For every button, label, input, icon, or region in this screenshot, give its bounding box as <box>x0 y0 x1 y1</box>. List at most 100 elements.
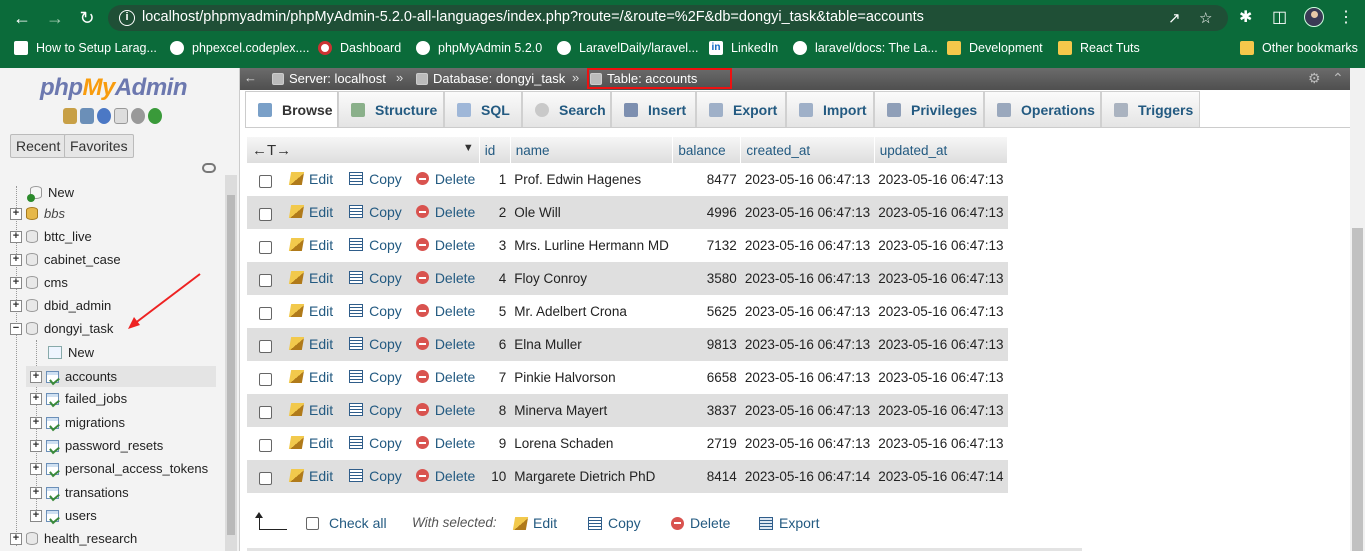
expand-icon[interactable]: + <box>30 462 42 475</box>
cell-balance[interactable]: 2719 <box>672 427 741 460</box>
row-edit-link[interactable]: Edit <box>288 402 333 418</box>
cell-updated_at[interactable]: 2023-05-16 06:47:13 <box>874 361 1008 394</box>
column-header-id[interactable]: id <box>479 137 511 163</box>
tab-insert[interactable]: Insert <box>611 91 696 127</box>
row-checkbox[interactable] <box>259 307 272 321</box>
cell-updated_at[interactable]: 2023-05-16 06:47:14 <box>874 460 1008 493</box>
cell-id[interactable]: 5 <box>479 295 511 328</box>
expand-icon[interactable]: + <box>10 253 22 266</box>
cell-created_at[interactable]: 2023-05-16 06:47:13 <box>740 394 875 427</box>
cell-created_at[interactable]: 2023-05-16 06:47:13 <box>740 163 875 196</box>
row-copy-link[interactable]: Copy <box>349 336 402 352</box>
row-delete-link[interactable]: Delete <box>415 435 475 451</box>
cell-id[interactable]: 8 <box>479 394 511 427</box>
row-checkbox[interactable] <box>259 406 272 420</box>
tab-import[interactable]: Import <box>786 91 874 127</box>
row-checkbox[interactable] <box>259 340 272 354</box>
cell-created_at[interactable]: 2023-05-16 06:47:13 <box>740 229 875 262</box>
tree-table-password_resets[interactable]: + password_resets <box>30 438 163 453</box>
bookmark-item[interactable]: Dashboard <box>318 41 401 55</box>
row-checkbox[interactable] <box>259 241 272 255</box>
cell-updated_at[interactable]: 2023-05-16 06:47:13 <box>874 229 1008 262</box>
tab-privileges[interactable]: Privileges <box>874 91 984 127</box>
cell-id[interactable]: 1 <box>479 163 511 196</box>
bookmark-item[interactable]: LaravelDaily/laravel... <box>557 41 699 55</box>
forward-icon[interactable]: → <box>44 7 66 29</box>
other-bookmarks[interactable]: Other bookmarks <box>1240 41 1358 55</box>
share-icon[interactable]: ↗ <box>1168 9 1181 27</box>
sort-arrows-header[interactable]: ←T→ ▼ <box>247 137 480 163</box>
back-icon[interactable]: ← <box>11 7 33 29</box>
bookmark-item[interactable]: phpMyAdmin 5.2.0 <box>416 41 542 55</box>
logout-icon[interactable] <box>80 108 94 124</box>
column-header-updated_at[interactable]: updated_at <box>874 137 1009 163</box>
expand-icon[interactable]: + <box>10 532 22 545</box>
expand-icon[interactable]: + <box>10 276 22 289</box>
row-edit-link[interactable]: Edit <box>288 369 333 385</box>
tree-scrollbar-thumb[interactable] <box>227 195 235 535</box>
row-edit-link[interactable]: Edit <box>288 468 333 484</box>
column-header-created_at[interactable]: created_at <box>740 137 875 163</box>
expand-icon[interactable]: + <box>10 299 22 312</box>
page-scrollbar[interactable] <box>1350 68 1365 551</box>
bulk-copy-button[interactable]: Copy <box>588 515 641 531</box>
cell-created_at[interactable]: 2023-05-16 06:47:13 <box>740 427 875 460</box>
cell-balance[interactable]: 8414 <box>672 460 741 493</box>
tree-db-health_research[interactable]: + health_research <box>10 531 137 546</box>
tab-search[interactable]: Search <box>522 91 611 127</box>
bulk-delete-button[interactable]: Delete <box>671 515 730 531</box>
tab-operations[interactable]: Operations <box>984 91 1101 127</box>
cell-balance[interactable]: 3837 <box>672 394 741 427</box>
cell-balance[interactable]: 6658 <box>672 361 741 394</box>
tree-table-users[interactable]: + users <box>30 508 97 523</box>
settings-gear-icon[interactable]: ⚙ <box>1308 70 1321 87</box>
collapse-nav-icon[interactable]: ← <box>244 70 257 85</box>
row-delete-link[interactable]: Delete <box>415 303 475 319</box>
bookmark-folder[interactable]: Development <box>947 41 1043 55</box>
row-edit-link[interactable]: Edit <box>288 435 333 451</box>
row-delete-link[interactable]: Delete <box>415 237 475 253</box>
bookmark-item[interactable]: phpexcel.codeplex.... <box>170 41 309 55</box>
tree-db-cabinet_case[interactable]: + cabinet_case <box>10 252 121 267</box>
cell-name[interactable]: Lorena Schaden <box>510 427 673 460</box>
cell-updated_at[interactable]: 2023-05-16 06:47:13 <box>874 163 1008 196</box>
row-checkbox[interactable] <box>259 208 272 222</box>
cell-name[interactable]: Mr. Adelbert Crona <box>510 295 673 328</box>
expand-icon[interactable]: + <box>10 230 22 243</box>
page-scrollbar-thumb[interactable] <box>1352 228 1363 551</box>
cell-created_at[interactable]: 2023-05-16 06:47:13 <box>740 262 875 295</box>
expand-icon[interactable]: + <box>30 370 42 383</box>
row-copy-link[interactable]: Copy <box>349 435 402 451</box>
cell-name[interactable]: Minerva Mayert <box>510 394 673 427</box>
check-all-checkbox[interactable] <box>306 516 319 530</box>
tree-db-bttc_live[interactable]: + bttc_live <box>10 229 92 244</box>
phpmyadmin-logo[interactable]: phpMyAdmin <box>40 74 188 102</box>
tree-db-dongyi_task[interactable]: − dongyi_task <box>10 321 113 336</box>
row-edit-link[interactable]: Edit <box>288 204 333 220</box>
row-copy-link[interactable]: Copy <box>349 468 402 484</box>
cell-id[interactable]: 7 <box>479 361 511 394</box>
cell-balance[interactable]: 9813 <box>672 328 741 361</box>
collapse-top-icon[interactable]: ⌃ <box>1332 70 1344 87</box>
row-copy-link[interactable]: Copy <box>349 369 402 385</box>
cell-updated_at[interactable]: 2023-05-16 06:47:13 <box>874 295 1008 328</box>
row-edit-link[interactable]: Edit <box>288 303 333 319</box>
profile-avatar[interactable] <box>1304 7 1324 27</box>
tree-new-table[interactable]: New <box>48 345 94 360</box>
settings-gear-icon[interactable] <box>131 108 145 124</box>
site-info-icon[interactable]: i <box>119 10 135 26</box>
column-header-name[interactable]: name <box>510 137 674 163</box>
cell-created_at[interactable]: 2023-05-16 06:47:14 <box>740 460 875 493</box>
cell-id[interactable]: 2 <box>479 196 511 229</box>
cell-updated_at[interactable]: 2023-05-16 06:47:13 <box>874 328 1008 361</box>
recent-button[interactable]: Recent <box>10 134 67 158</box>
tree-table-personal_access_tokens[interactable]: + personal_access_tokens <box>30 461 208 476</box>
cell-name[interactable]: Prof. Edwin Hagenes <box>510 163 673 196</box>
row-edit-link[interactable]: Edit <box>288 270 333 286</box>
side-panel-icon[interactable]: ◫ <box>1272 7 1287 27</box>
cell-id[interactable]: 4 <box>479 262 511 295</box>
column-header-balance[interactable]: balance <box>672 137 742 163</box>
cell-balance[interactable]: 4996 <box>672 196 741 229</box>
cell-balance[interactable]: 8477 <box>672 163 741 196</box>
expand-icon[interactable]: + <box>10 207 22 220</box>
